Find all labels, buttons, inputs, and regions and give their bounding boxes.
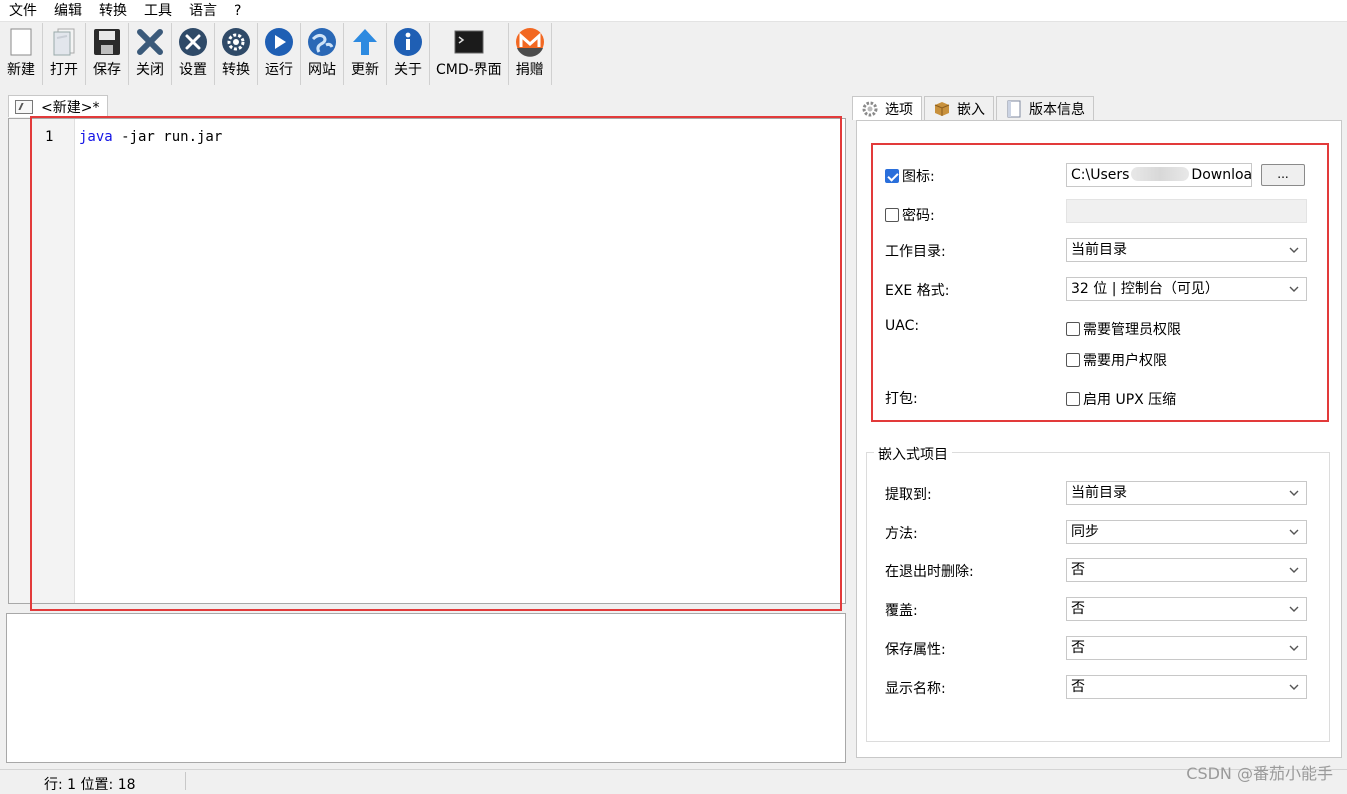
edit-document-icon [15,99,33,114]
document-tab-title: <新建>* [41,99,100,116]
menu-edit[interactable]: 编辑 [45,0,90,22]
cursor-position: 行: 1 位置: 18 [44,777,136,793]
line-number: 1 [45,129,54,145]
overwrite-label: 覆盖: [885,603,918,619]
new-button[interactable]: 新建 [0,23,43,85]
upx-row[interactable]: 启用 UPX 压缩 [1066,389,1176,409]
tab-version-info[interactable]: 版本信息 [996,96,1094,120]
redacted-username [1131,167,1190,181]
menu-convert[interactable]: 转换 [90,0,135,22]
right-panel-tabs: 选项 嵌入 版本信息 [852,96,1096,120]
settings-wrench-icon [178,27,208,57]
document-icon [1005,100,1023,118]
website-globe-icon [307,27,337,57]
gear-icon [861,100,879,118]
delete-on-exit-select[interactable]: 否 [1066,558,1307,582]
menu-language[interactable]: 语言 [180,0,225,22]
donate-monero-icon [515,27,545,57]
line-number-gutter: 1 [9,119,75,603]
extract-to-select[interactable]: 当前目录 [1066,481,1307,505]
browse-icon-button[interactable]: ... [1261,164,1305,186]
code-keyword: java [79,129,113,145]
save-button[interactable]: 保存 [86,23,129,85]
output-pane[interactable] [6,613,846,763]
uac-user-checkbox[interactable] [1066,353,1080,367]
close-button[interactable]: 关闭 [129,23,172,85]
menu-tools[interactable]: 工具 [135,0,180,22]
toolbar: 新建 打开 保存 关闭 设置 转换 运行 网站 更新 关于 CMD-界面 捐赠 [0,23,1347,87]
status-separator [185,772,186,790]
chevron-down-icon [1289,286,1299,292]
chevron-down-icon [1289,684,1299,690]
save-disk-icon [92,27,122,57]
exe-format-select[interactable]: 32 位 | 控制台（可见） [1066,277,1307,301]
package-box-icon [933,100,951,118]
convert-gear-icon [221,27,251,57]
chevron-down-icon [1289,247,1299,253]
status-bar: 行: 1 位置: 18 [0,769,1347,793]
about-info-icon [393,27,423,57]
uac-admin-checkbox[interactable] [1066,322,1080,336]
extract-to-label: 提取到: [885,487,932,503]
password-checkbox[interactable] [885,208,899,222]
open-button[interactable]: 打开 [43,23,86,85]
new-document-icon [6,27,36,57]
workdir-select[interactable]: 当前目录 [1066,238,1307,262]
menu-help[interactable]: ? [225,0,249,22]
uac-label: UAC: [885,318,920,334]
display-name-select[interactable]: 否 [1066,675,1307,699]
method-select[interactable]: 同步 [1066,520,1307,544]
menu-bar: 文件 编辑 转换 工具 语言 ? [0,0,1347,22]
run-button[interactable]: 运行 [258,23,301,85]
password-checkbox-row[interactable]: 密码: [885,205,935,225]
update-arrow-icon [350,27,380,57]
cmd-interface-button[interactable]: CMD-界面 [430,23,509,85]
upx-checkbox[interactable] [1066,392,1080,406]
overwrite-select[interactable]: 否 [1066,597,1307,621]
delete-on-exit-label: 在退出时删除: [885,564,974,580]
display-name-label: 显示名称: [885,681,946,697]
donate-button[interactable]: 捐赠 [509,23,552,85]
watermark: CSDN @番茄小能手 [1186,764,1333,783]
code-editor[interactable]: 1 java -jar run.jar [8,118,846,604]
settings-button[interactable]: 设置 [172,23,215,85]
method-label: 方法: [885,526,918,542]
password-field [1066,199,1307,223]
uac-admin-row[interactable]: 需要管理员权限 [1066,319,1181,339]
menu-file[interactable]: 文件 [0,0,45,22]
chevron-down-icon [1289,490,1299,496]
chevron-down-icon [1289,529,1299,535]
icon-path-field[interactable]: C:\Users Downloa [1066,163,1252,187]
cmd-console-icon [454,27,484,57]
icon-checkbox-row[interactable]: 图标: [885,166,935,186]
workdir-label: 工作目录: [885,244,946,260]
document-tab[interactable]: <新建>* [8,95,109,117]
preserve-attributes-label: 保存属性: [885,642,946,658]
code-line[interactable]: java -jar run.jar [79,129,222,145]
code-arguments: -jar run.jar [112,129,223,145]
chevron-down-icon [1289,606,1299,612]
uac-user-row[interactable]: 需要用户权限 [1066,350,1167,370]
update-button[interactable]: 更新 [344,23,387,85]
embedded-items-title: 嵌入式项目 [874,444,952,464]
tab-options[interactable]: 选项 [852,96,922,120]
exe-format-label: EXE 格式: [885,283,950,299]
chevron-down-icon [1289,567,1299,573]
preserve-attributes-select[interactable]: 否 [1066,636,1307,660]
pack-label: 打包: [885,391,918,407]
icon-checkbox[interactable] [885,169,899,183]
close-x-icon [135,27,165,57]
convert-button[interactable]: 转换 [215,23,258,85]
website-button[interactable]: 网站 [301,23,344,85]
open-file-icon [49,27,79,57]
run-play-icon [264,27,294,57]
tab-embed[interactable]: 嵌入 [924,96,994,120]
chevron-down-icon [1289,645,1299,651]
about-button[interactable]: 关于 [387,23,430,85]
